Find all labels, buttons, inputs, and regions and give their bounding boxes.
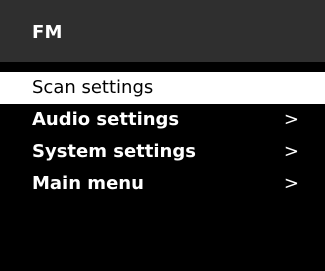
menu-item-audio-settings[interactable]: Audio settings > [0, 104, 325, 136]
menu-item-system-settings[interactable]: System settings > [0, 136, 325, 168]
chevron-right-icon: > [283, 173, 299, 194]
menu-item-label: Audio settings [32, 109, 180, 130]
menu-item-scan-settings[interactable]: Scan settings [0, 72, 325, 104]
menu-item-label: Main menu [32, 173, 144, 194]
radio-display: FM Scan settings Audio settings > System… [0, 0, 325, 271]
menu-list: Scan settings Audio settings > System se… [0, 72, 325, 200]
chevron-right-icon: > [283, 109, 299, 130]
menu-item-label: System settings [32, 141, 196, 162]
menu-item-main-menu[interactable]: Main menu > [0, 168, 325, 200]
header-bar: FM [0, 0, 325, 62]
chevron-right-icon: > [283, 141, 299, 162]
mode-title: FM [32, 22, 63, 43]
menu-item-label: Scan settings [32, 77, 154, 98]
